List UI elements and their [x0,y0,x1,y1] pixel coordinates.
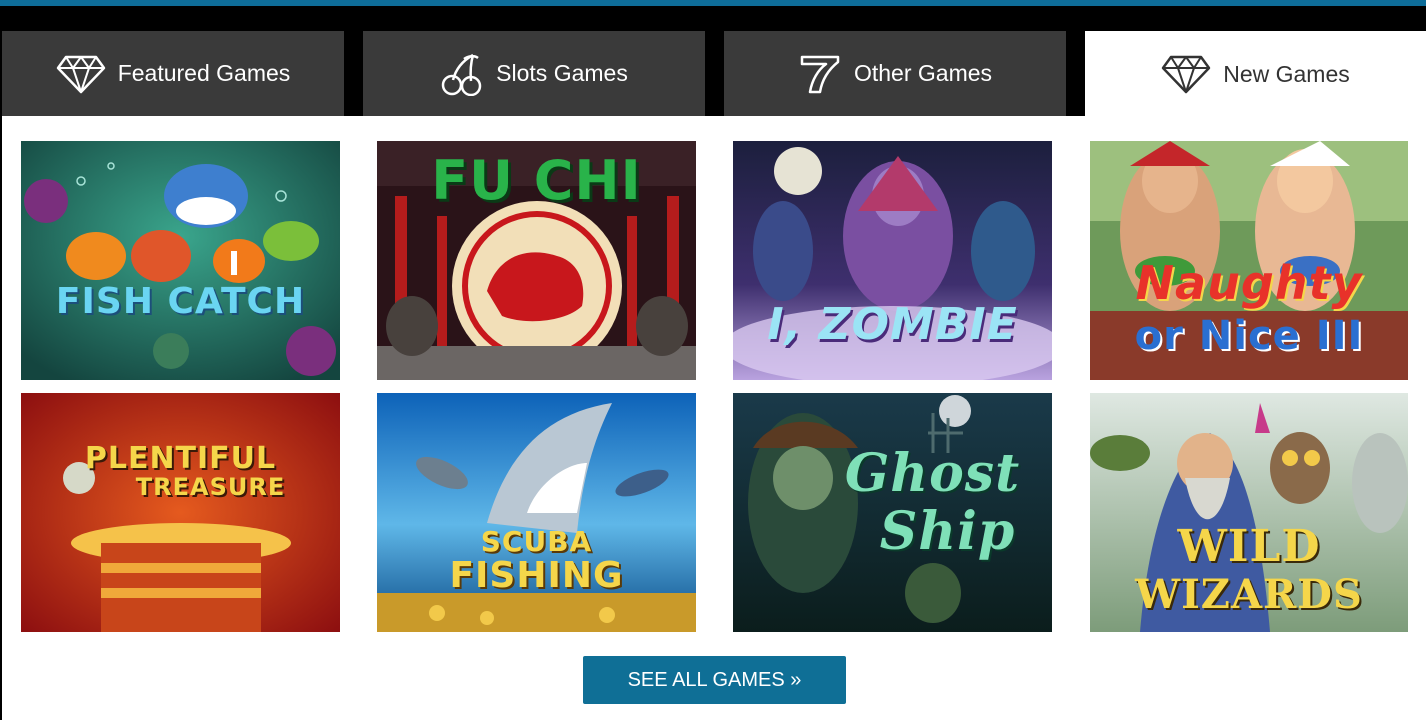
game-title: Naughty [1135,256,1363,310]
game-tile-wild-wizards[interactable]: WILD WIZARDS [1090,393,1408,632]
seven-icon [798,54,842,94]
game-subtitle: FISHING [449,555,624,596]
tab-label: New Games [1223,60,1350,87]
game-tile-ghost-ship[interactable]: Ghost Ship [733,393,1052,632]
game-artwork [21,393,340,632]
tab-label: Other Games [853,60,993,86]
cherries-icon [440,52,484,96]
game-artwork [21,141,340,380]
game-subtitle: WIZARDS [1135,571,1363,618]
tab-label: Slots Games [496,60,628,86]
game-tile-fish-catch[interactable]: FISH CATCH [21,141,340,380]
game-tile-fu-chi[interactable]: FU CHI [377,141,696,380]
games-grid: FISH CATCH FU CHI I, ZOMBIE Naughty or N… [2,116,1426,636]
game-tile-naughty-or-nice-iii[interactable]: Naughty or Nice III [1090,141,1408,380]
tab-new-games[interactable]: New Games [1085,31,1426,117]
game-title: WILD [1177,521,1321,572]
see-all-games-button[interactable]: SEE ALL GAMES » [583,656,846,704]
diamond-icon [1161,54,1211,94]
tab-featured-games[interactable]: Featured Games [2,31,344,116]
game-title: FU CHI [431,149,642,212]
game-title: I, ZOMBIE [767,299,1018,350]
game-tile-plentiful-treasure[interactable]: PLENTIFUL TREASURE [21,393,340,632]
header-spacer [0,6,1426,31]
game-tile-scuba-fishing[interactable]: SCUBA FISHING [377,393,696,632]
game-title: Ghost [844,443,1021,504]
tab-label: Featured Games [117,60,291,86]
game-title: SCUBA [480,525,593,558]
game-tile-i-zombie[interactable]: I, ZOMBIE [733,141,1052,380]
game-category-tabs: Featured Games Slots Games Other Games N… [0,31,1426,117]
game-subtitle: TREASURE [135,473,286,501]
game-subtitle: or Nice III [1134,313,1364,359]
game-title: PLENTIFUL [84,441,277,476]
game-artwork [377,393,696,632]
tab-other-games[interactable]: Other Games [724,31,1066,116]
diamond-icon [56,54,106,94]
games-panel: FISH CATCH FU CHI I, ZOMBIE Naughty or N… [2,116,1426,720]
tab-slots-games[interactable]: Slots Games [363,31,705,116]
game-subtitle: Ship [879,501,1016,562]
game-title: FISH CATCH [55,281,306,322]
